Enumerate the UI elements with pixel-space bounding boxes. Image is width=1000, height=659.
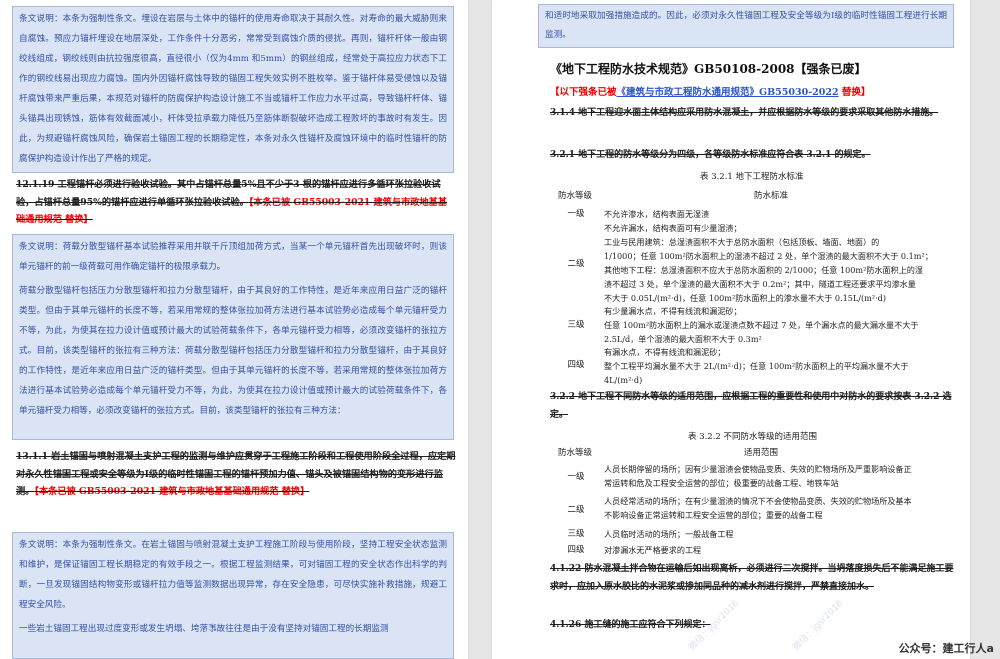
explanation-box-1: 条文说明：本条为强制性条文。埋设在岩层与土体中的锚杆的使用寿命取决于其耐久性。对…: [12, 6, 454, 173]
explanation-text: 一些岩土锚固工程出现过度变形或发生坍塌、垮落事故往往是由于没有坚持对锚固工程的长…: [19, 624, 389, 634]
standard-replacement-note: 【以下强条已被《建筑与市政工程防水通用规范》GB55030-2022 替换】: [550, 87, 871, 98]
table-row-level: 四级: [567, 360, 585, 370]
table-row: 人员临时活动的场所；一般战备工程: [604, 529, 734, 539]
table-row-level: 四级: [567, 545, 585, 555]
clause-3-2-2: 3.2.2 地下工程不同防水等级的适用范围，应根据工程的重要性和使用中对防水的要…: [550, 392, 952, 420]
table-row: 不允许渗水，结构表面无湿渍: [604, 209, 710, 219]
clause-4-1-22: 4.1.22 防水混凝土拌合物在运输后如出现离析，必须进行二次搅拌。当坍落度损失…: [550, 564, 954, 592]
table-row: 有漏水点，不得有线流和漏泥砂； 整个工程平均漏水量不大于 2L/(m²·d)；任…: [604, 347, 909, 385]
footer-account-name: 公众号：建工行人a: [898, 642, 994, 655]
clause-3-1-4: 3.1.4 地下工程迎水面主体结构应采用防水混凝土，并应根据防水等级的要求采取其…: [550, 108, 939, 118]
replacement-standard-link[interactable]: 《建筑与市政工程防水通用规范》GB55030-2022: [617, 87, 839, 98]
table-header-scope: 适用范围: [744, 448, 779, 458]
table-row: 有少量漏水点，不得有线流和漏泥砂； 任意 100m²防水面积上的漏水或湿渍点数不…: [604, 306, 919, 344]
table-header-standard: 防水标准: [754, 191, 789, 201]
standard-title: 《地下工程防水技术规范》GB50108-2008【强条已废】: [550, 62, 867, 76]
table-row-level: 二级: [567, 505, 585, 515]
table-row-level: 三级: [567, 320, 585, 330]
explanation-text: 条文说明：本条为强制性条文。埋设在岩层与土体中的锚杆的使用寿命取决于其耐久性。对…: [19, 14, 447, 164]
table-row: 不允许漏水，结构表面可有少量湿渍； 工业与民用建筑：总湿渍面积不大于总防水面积（…: [604, 223, 933, 303]
table-row-level: 二级: [567, 259, 585, 269]
table-row-level: 三级: [567, 529, 585, 539]
table-3-2-1-caption: 表 3.2.1 地下工程防水标准: [700, 172, 804, 182]
table-row: 人员长期停留的场所；因有少量湿渍会使物品变质、失效的贮物场所及严重影响设备正 人…: [604, 496, 912, 520]
right-page: 和适时地采取加强措施造成的。因此，必须对永久性锚固工程及安全等级为Ⅰ级的临时性锚…: [492, 0, 970, 659]
clause-12-1-19: 12.1.19 工程锚杆必须进行验收试验。其中占锚杆总量5%且不少于3 根的锚杆…: [16, 176, 456, 229]
table-header-level: 防水等级: [558, 448, 593, 458]
table-row-level: 一级: [567, 472, 585, 482]
table-row-level: 一级: [567, 209, 585, 219]
table-row: 对渗漏水无严格要求的工程: [604, 545, 702, 555]
explanation-text: 和适时地采取加强措施造成的。因此，必须对永久性锚固工程及安全等级为Ⅰ级的临时性锚…: [545, 11, 947, 40]
explanation-text: 荷载分散型锚杆包括压力分散型锚杆和拉力分散型锚杆，由于其良好的工作特性，是近年来…: [19, 286, 447, 416]
clause-3-2-1: 3.2.1 地下工程的防水等级分为四级，各等级防水标准应符合表 3.2.1 的规…: [550, 150, 871, 160]
explanation-text: 条文说明：荷载分散型锚杆基本试验推荐采用并联千斤顶组加荷方式，当某一个单元锚杆首…: [19, 242, 447, 272]
explanation-box-top: 和适时地采取加强措施造成的。因此，必须对永久性锚固工程及安全等级为Ⅰ级的临时性锚…: [538, 4, 954, 48]
explanation-box-2: 条文说明：荷载分散型锚杆基本试验推荐采用并联千斤顶组加荷方式，当某一个单元锚杆首…: [12, 234, 454, 440]
table-3-2-2-caption: 表 3.2.2 不同防水等级的适用范围: [688, 432, 818, 442]
table-header-level: 防水等级: [558, 191, 593, 201]
explanation-box-3: 条文说明：本条为强制性条文。在岩土锚固与喷射混凝土支护工程施工阶段与使用阶段，坚…: [12, 532, 454, 659]
clause-4-1-26: 4.1.26 施工缝的施工应符合下列规定：: [550, 620, 711, 630]
table-row: 人员长期停留的场所；因有少量湿渍会使物品变质、失效的贮物场所及严重影响设备正 常…: [604, 464, 912, 488]
replacement-tag: 【本条已被 GB55003-2021 建筑与市政地基基础通用规范 替换】: [34, 486, 310, 497]
left-page: 条文说明：本条为强制性条文。埋设在岩层与土体中的锚杆的使用寿命取决于其耐久性。对…: [0, 0, 468, 659]
clause-13-1-1: 13.1.1 岩土锚固与喷射混凝土支护工程的监测与维护应贯穿于工程施工阶段和工程…: [16, 448, 456, 501]
